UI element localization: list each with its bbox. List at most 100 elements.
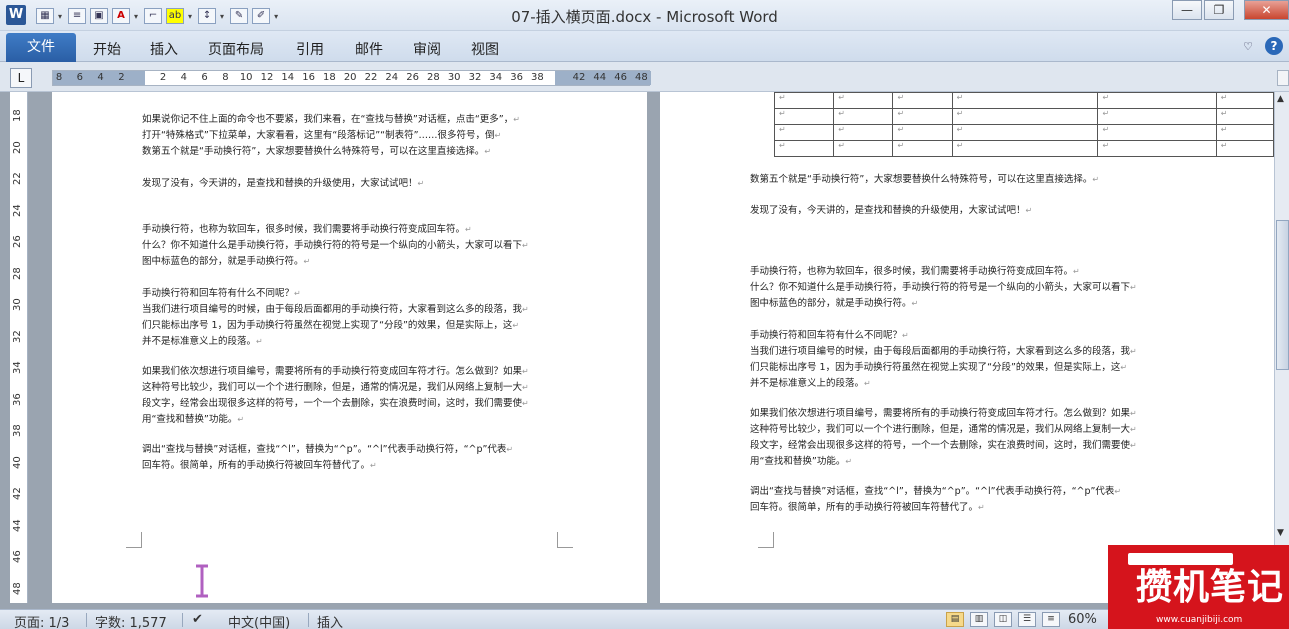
table-row[interactable]: ↵ ↵ ↵ ↵ ↵ ↵ xyxy=(773,92,1274,109)
tab-view[interactable]: 视图 xyxy=(471,39,499,59)
table-cell[interactable]: ↵ xyxy=(1097,92,1217,109)
table-cell[interactable]: ↵ xyxy=(951,140,1099,157)
paragraph-line[interactable]: 发现了没有，今天讲的，是查找和替换的升级使用，大家试试吧！↵ xyxy=(750,203,1032,219)
outline-view-icon[interactable]: ☰ xyxy=(1018,612,1036,627)
close-button[interactable]: ✕ xyxy=(1244,0,1289,20)
tab-file[interactable]: 文件 xyxy=(6,33,76,62)
table-cell[interactable]: ↵ xyxy=(773,124,835,141)
scroll-thumb[interactable] xyxy=(1276,220,1289,370)
document-area[interactable]: 如果说你记不住上面的命令也不要紧，我们来看，在“查找与替换”对话框，点击“更多”… xyxy=(30,92,1274,603)
scroll-up-icon[interactable]: ▲ xyxy=(1277,94,1284,104)
paragraph-line[interactable]: 发现了没有，今天讲的，是查找和替换的升级使用，大家试试吧！↵ xyxy=(142,176,424,192)
tab-references[interactable]: 引用 xyxy=(296,39,324,59)
zoom-level[interactable]: 60% xyxy=(1068,612,1097,627)
table-cell[interactable]: ↵ xyxy=(951,124,1099,141)
margin-corner-mark xyxy=(126,532,142,548)
page-count[interactable]: 页面: 1/3 xyxy=(14,612,69,629)
insert-mode[interactable]: 插入 xyxy=(317,612,343,629)
table-row[interactable]: ↵ ↵ ↵ ↵ ↵ ↵ xyxy=(773,124,1274,141)
view-switcher: ▤ ▥ ◫ ☰ ≡ xyxy=(946,612,1060,627)
table-cell[interactable]: ↵ xyxy=(773,140,835,157)
paragraph-line[interactable]: 图中标蓝色的部分，就是手动换行符。↵ xyxy=(750,296,918,312)
minimize-button[interactable]: — xyxy=(1172,0,1202,20)
paragraph-line[interactable]: 打开“特殊格式”下拉菜单，大家看看，这里有“段落标记”“制表符”……很多符号，倒… xyxy=(142,128,501,144)
table-cell[interactable]: ↵ xyxy=(833,124,894,141)
paragraph-line[interactable]: 用“查找和替换”功能。↵ xyxy=(142,412,244,428)
table-cell[interactable]: ↵ xyxy=(1097,124,1217,141)
paragraph-line[interactable]: 当我们进行项目编号的时候，由于每段后面都用的手动换行符，大家看到这么多的段落，我… xyxy=(750,344,1137,360)
draft-view-icon[interactable]: ≡ xyxy=(1042,612,1060,627)
full-screen-reading-icon[interactable]: ▥ xyxy=(970,612,988,627)
paragraph-line[interactable]: 图中标蓝色的部分，就是手动换行符。↵ xyxy=(142,254,310,270)
paragraph-line[interactable]: 这种符号比较少，我们可以一个个进行删除，但是，通常的情况是，我们从网络上复制一大… xyxy=(750,422,1137,438)
vertical-ruler[interactable]: 18 20 22 24 26 28 30 32 34 36 38 40 42 44 46 48 xyxy=(10,92,28,603)
paragraph-line[interactable]: 什么？你不知道什么是手动换行符，手动换行符的符号是一个纵向的小箭头，大家可以看下… xyxy=(142,238,529,254)
tab-insert[interactable]: 插入 xyxy=(150,39,178,59)
document-page-1[interactable]: 如果说你记不住上面的命令也不要紧，我们来看，在“查找与替换”对话框，点击“更多”… xyxy=(52,92,647,603)
paragraph-line[interactable]: 什么？你不知道什么是手动换行符，手动换行符的符号是一个纵向的小箭头，大家可以看下… xyxy=(750,280,1137,296)
paragraph-line[interactable]: 回车符。很简单，所有的手动换行符被回车符替代了。↵ xyxy=(750,500,985,516)
word-count[interactable]: 字数: 1,577 xyxy=(95,612,167,629)
table-cell[interactable]: ↵ xyxy=(833,140,894,157)
paragraph-line[interactable]: 如果说你记不住上面的命令也不要紧，我们来看，在“查找与替换”对话框，点击“更多”… xyxy=(142,112,520,128)
tab-stop-selector[interactable]: L xyxy=(10,68,32,88)
document-page-2[interactable]: ↵ ↵ ↵ ↵ ↵ ↵ ↵ ↵ ↵ ↵ ↵ ↵ ↵ ↵ ↵ ↵ ↵ ↵ ↵ ↵ ↵ ↵ ↵ ↵ 数第五个就是“手动换行符”，大… xyxy=(660,92,1274,603)
vertical-scrollbar[interactable]: ▲ ▼ xyxy=(1274,92,1289,546)
table-cell[interactable]: ↵ xyxy=(1097,140,1217,157)
paragraph-line[interactable]: 手动换行符，也称为软回车，很多时候，我们需要将手动换行符变成回车符。↵ xyxy=(750,264,1080,280)
table-cell[interactable]: ↵ xyxy=(1215,140,1274,157)
table-cell[interactable]: ↵ xyxy=(892,92,953,109)
table-cell[interactable]: ↵ xyxy=(892,124,953,141)
table-cell[interactable]: ↵ xyxy=(892,108,953,125)
paragraph-line[interactable]: 调出“查找与替换”对话框，查找“^l”，替换为“^p”。“^l”代表手动换行符，… xyxy=(142,442,513,458)
paragraph-line[interactable]: 手动换行符和回车符有什么不同呢？↵ xyxy=(750,328,909,344)
table-cell[interactable]: ↵ xyxy=(1215,108,1274,125)
paragraph-line[interactable]: 如果我们依次想进行项目编号，需要将所有的手动换行符变成回车符才行。怎么做到？如果… xyxy=(750,406,1137,422)
proofing-icon[interactable]: ✔ xyxy=(192,612,203,627)
table-row[interactable]: ↵ ↵ ↵ ↵ ↵ ↵ xyxy=(773,140,1274,157)
paragraph-line[interactable]: 数第五个就是“手动换行符”，大家想要替换什么特殊符号，可以在这里直接选择。↵ xyxy=(750,172,1099,188)
paragraph-line[interactable]: 用“查找和替换”功能。↵ xyxy=(750,454,852,470)
tab-home[interactable]: 开始 xyxy=(93,39,121,59)
restore-button[interactable]: ❐ xyxy=(1204,0,1234,20)
scroll-down-icon[interactable]: ▼ xyxy=(1277,528,1284,538)
paragraph-line[interactable]: 如果我们依次想进行项目编号，需要将所有的手动换行符变成回车符才行。怎么做到？如果… xyxy=(142,364,529,380)
paragraph-line[interactable]: 手动换行符，也称为软回车，很多时候，我们需要将手动换行符变成回车符。↵ xyxy=(142,222,472,238)
paragraph-line[interactable]: 们只能标出序号 1，因为手动换行符虽然在视觉上实现了“分段”的效果，但是实际上，… xyxy=(750,360,1127,376)
tab-page-layout[interactable]: 页面布局 xyxy=(208,39,264,59)
language-indicator[interactable]: 中文(中国) xyxy=(228,612,290,629)
view-ruler-button[interactable] xyxy=(1277,70,1289,86)
table-cell[interactable]: ↵ xyxy=(1097,108,1217,125)
paragraph-line[interactable]: 并不是标准意义上的段落。↵ xyxy=(750,376,871,392)
paragraph-line[interactable]: 回车符。很简单，所有的手动换行符被回车符替代了。↵ xyxy=(142,458,377,474)
paragraph-line[interactable]: 手动换行符和回车符有什么不同呢？↵ xyxy=(142,286,301,302)
minimize-ribbon-icon[interactable]: ♡ xyxy=(1243,40,1253,53)
margin-corner-mark xyxy=(557,532,573,548)
paragraph-line[interactable]: 们只能标出序号 1，因为手动换行符虽然在视觉上实现了“分段”的效果，但是实际上，… xyxy=(142,318,519,334)
paragraph-line[interactable]: 当我们进行项目编号的时候，由于每段后面都用的手动换行符，大家看到这么多的段落，我… xyxy=(142,302,529,318)
watermark-logo: 攒机笔记 www.cuanjibiji.com xyxy=(1108,545,1289,629)
paragraph-line[interactable]: 段文字，经常会出现很多这样的符号，一个一个去删除，实在浪费时间，这时，我们需要使… xyxy=(750,438,1137,454)
table-row[interactable]: ↵ ↵ ↵ ↵ ↵ ↵ xyxy=(773,108,1274,125)
horizontal-ruler[interactable]: 8 6 4 2 2 4 6 8 10 12 14 16 18 20 22 24 26 28 30 32 34 36 38 42… xyxy=(52,70,651,86)
table-cell[interactable]: ↵ xyxy=(833,108,894,125)
tab-review[interactable]: 审阅 xyxy=(413,39,441,59)
tab-mailings[interactable]: 邮件 xyxy=(355,39,383,59)
help-icon[interactable]: ? xyxy=(1265,37,1283,55)
web-layout-icon[interactable]: ◫ xyxy=(994,612,1012,627)
table-cell[interactable]: ↵ xyxy=(1215,124,1274,141)
table-cell[interactable]: ↵ xyxy=(773,92,835,109)
table-cell[interactable]: ↵ xyxy=(951,108,1099,125)
table-cell[interactable]: ↵ xyxy=(773,108,835,125)
table-cell[interactable]: ↵ xyxy=(892,140,953,157)
print-layout-view-icon[interactable]: ▤ xyxy=(946,612,964,627)
paragraph-line[interactable]: 数第五个就是“手动换行符”，大家想要替换什么特殊符号，可以在这里直接选择。↵ xyxy=(142,144,491,160)
document-table[interactable]: ↵ ↵ ↵ ↵ ↵ ↵ ↵ ↵ ↵ ↵ ↵ ↵ ↵ ↵ ↵ ↵ ↵ ↵ ↵ ↵ ↵ ↵ ↵ ↵ xyxy=(773,92,1274,157)
table-cell[interactable]: ↵ xyxy=(951,92,1099,109)
paragraph-line[interactable]: 并不是标准意义上的段落。↵ xyxy=(142,334,263,350)
paragraph-line[interactable]: 段文字，经常会出现很多这样的符号，一个一个去删除，实在浪费时间，这时，我们需要使… xyxy=(142,396,529,412)
paragraph-line[interactable]: 调出“查找与替换”对话框，查找“^l”，替换为“^p”。“^l”代表手动换行符，… xyxy=(750,484,1121,500)
table-cell[interactable]: ↵ xyxy=(833,92,894,109)
table-cell[interactable]: ↵ xyxy=(1215,92,1274,109)
paragraph-line[interactable]: 这种符号比较少，我们可以一个个进行删除，但是，通常的情况是，我们从网络上复制一大… xyxy=(142,380,529,396)
